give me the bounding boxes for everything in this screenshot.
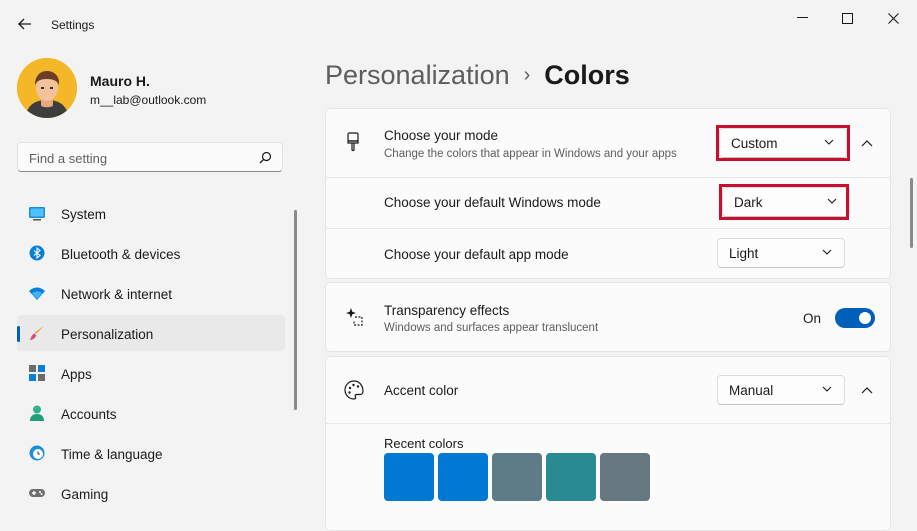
title-bar: Settings xyxy=(0,0,917,48)
bluetooth-icon xyxy=(29,245,45,261)
sidebar-nav: System Bluetooth & devices Network & int… xyxy=(17,195,285,515)
sidebar-item-bluetooth[interactable]: Bluetooth & devices xyxy=(17,235,285,271)
avatar[interactable] xyxy=(17,58,77,118)
gamepad-icon xyxy=(29,489,45,497)
chevron-up-icon xyxy=(861,386,873,393)
toggle-knob xyxy=(859,312,871,324)
choose-mode-description: Change the colors that appear in Windows… xyxy=(384,148,677,160)
wifi-icon xyxy=(29,287,45,300)
collapse-button[interactable] xyxy=(857,133,877,153)
transparency-title: Transparency effects xyxy=(384,303,510,318)
divider xyxy=(326,423,890,424)
chevron-down-icon xyxy=(822,249,832,255)
transparency-toggle[interactable] xyxy=(835,308,875,328)
search-icon xyxy=(259,151,272,164)
sidebar-item-label: Accounts xyxy=(61,407,117,422)
accent-dropdown[interactable]: Manual xyxy=(717,375,845,405)
accent-title: Accent color xyxy=(384,383,459,398)
main-scrollbar[interactable] xyxy=(910,178,913,248)
user-avatar-icon xyxy=(17,58,77,118)
highlight-outline xyxy=(719,184,849,220)
sidebar-item-label: Time & language xyxy=(61,447,163,462)
color-swatch[interactable] xyxy=(600,453,650,501)
globe-clock-icon xyxy=(29,445,45,461)
minimize-icon xyxy=(796,17,808,18)
person-icon xyxy=(30,405,44,421)
recent-colors xyxy=(384,453,650,501)
sparkle-icon xyxy=(346,308,363,326)
accent-dropdown-value: Manual xyxy=(729,383,774,398)
back-arrow-icon xyxy=(18,18,31,30)
breadcrumb-separator: › xyxy=(523,64,531,86)
sidebar-scrollbar[interactable] xyxy=(294,210,297,410)
color-swatch[interactable] xyxy=(492,453,542,501)
toggle-state-label: On xyxy=(803,311,822,326)
transparency-card: Transparency effects Windows and surface… xyxy=(325,282,891,352)
app-title: Settings xyxy=(51,18,95,32)
page-title: Colors xyxy=(544,60,630,90)
choose-mode-title: Choose your mode xyxy=(384,128,499,143)
color-swatch[interactable] xyxy=(438,453,488,501)
paintbrush-outline-icon xyxy=(347,132,359,152)
app-mode-value: Light xyxy=(729,246,759,261)
user-email: m__lab@outlook.com xyxy=(90,93,207,107)
color-swatch[interactable] xyxy=(546,453,596,501)
transparency-description: Windows and surfaces appear translucent xyxy=(384,322,599,334)
sidebar-item-system[interactable]: System xyxy=(17,195,285,231)
paintbrush-icon xyxy=(30,326,44,340)
breadcrumb: Personalization › Colors xyxy=(325,60,630,91)
maximize-icon xyxy=(841,12,853,24)
sidebar-item-accounts[interactable]: Accounts xyxy=(17,395,285,431)
sidebar-item-label: Gaming xyxy=(61,487,109,502)
close-icon xyxy=(887,12,899,24)
search-placeholder: Find a setting xyxy=(29,151,108,166)
sidebar-item-apps[interactable]: Apps xyxy=(17,355,285,391)
sidebar-item-network[interactable]: Network & internet xyxy=(17,275,285,311)
back-button[interactable] xyxy=(14,13,36,35)
windows-mode-row: Choose your default Windows mode Dark xyxy=(326,178,890,228)
mode-card: Choose your mode Change the colors that … xyxy=(325,108,891,279)
accent-row[interactable]: Accent color Manual xyxy=(326,357,890,423)
sidebar-item-label: Apps xyxy=(61,367,92,382)
app-mode-dropdown[interactable]: Light xyxy=(717,238,845,268)
chevron-up-icon xyxy=(861,139,873,146)
color-swatch[interactable] xyxy=(384,453,434,501)
apps-icon xyxy=(29,365,45,381)
app-mode-row: Choose your default app mode Light xyxy=(326,229,890,279)
chevron-down-icon xyxy=(822,386,832,392)
sidebar-item-label: Network & internet xyxy=(61,287,173,302)
search-input[interactable]: Find a setting xyxy=(17,142,283,172)
palette-icon xyxy=(344,380,364,400)
user-name: Mauro H. xyxy=(90,73,150,89)
app-mode-label: Choose your default app mode xyxy=(384,247,569,262)
sidebar-item-label: System xyxy=(61,207,107,222)
sidebar-item-personalization[interactable]: Personalization xyxy=(17,315,285,351)
recent-colors-label: Recent colors xyxy=(384,436,464,451)
sidebar-item-label: Personalization xyxy=(61,327,154,342)
breadcrumb-parent[interactable]: Personalization xyxy=(325,60,510,90)
minimize-button[interactable] xyxy=(782,8,822,28)
windows-mode-label: Choose your default Windows mode xyxy=(384,195,601,210)
collapse-button[interactable] xyxy=(857,380,877,400)
accent-card: Accent color Manual Recent colors xyxy=(325,356,891,531)
monitor-icon xyxy=(29,207,45,221)
sidebar-item-time-language[interactable]: Time & language xyxy=(17,435,285,471)
choose-mode-row[interactable]: Choose your mode Change the colors that … xyxy=(326,109,890,177)
maximize-button[interactable] xyxy=(827,8,867,28)
sidebar-item-gaming[interactable]: Gaming xyxy=(17,475,285,511)
sidebar-item-label: Bluetooth & devices xyxy=(61,247,181,262)
close-button[interactable] xyxy=(873,8,913,28)
highlight-outline xyxy=(716,125,850,161)
